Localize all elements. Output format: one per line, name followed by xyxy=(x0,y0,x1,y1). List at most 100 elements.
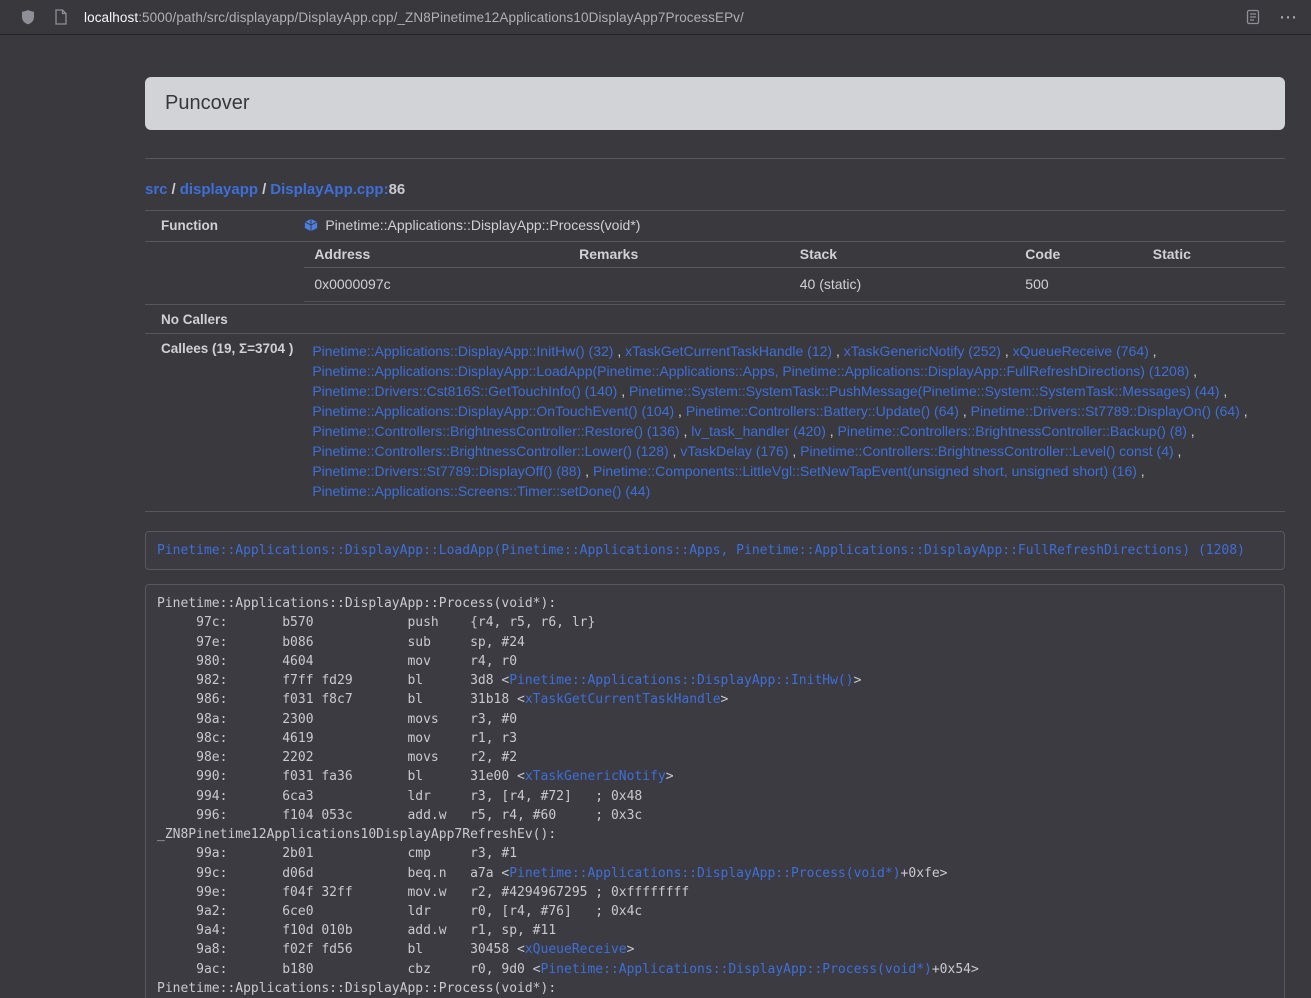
asm-line: 980: 4604 mov r4, r0 xyxy=(157,652,1273,671)
url-path: :5000/path/src/displayapp/DisplayApp.cpp… xyxy=(138,10,744,25)
asm-line: 994: 6ca3 ldr r3, [r4, #72] ; 0x48 xyxy=(157,787,1273,806)
asm-text: > xyxy=(666,769,674,784)
symbol-link[interactable]: xTaskGenericNotify xyxy=(525,769,666,784)
callee-separator: , xyxy=(1149,343,1157,359)
symbol-link[interactable]: Pinetime::Applications::DisplayApp::Proc… xyxy=(541,962,932,977)
overflow-menu-icon[interactable]: ⋯ xyxy=(1279,8,1297,26)
col-remarks: Remarks xyxy=(569,242,790,268)
callee-link[interactable]: Pinetime::Controllers::Battery::Update()… xyxy=(686,403,959,419)
asm-text: 980: 4604 mov r4, r0 xyxy=(157,654,517,669)
breadcrumb-displayapp[interactable]: displayapp xyxy=(180,181,258,198)
asm-line: Pinetime::Applications::DisplayApp::Proc… xyxy=(157,979,1273,998)
asm-line: 97e: b086 sub sp, #24 xyxy=(157,633,1273,652)
asm-line: 990: f031 fa36 bl 31e00 <xTaskGenericNot… xyxy=(157,767,1273,786)
col-code: Code xyxy=(1015,242,1142,268)
callee-link[interactable]: Pinetime::Applications::DisplayApp::Load… xyxy=(312,363,1189,379)
asm-text: 9a4: f10d 010b add.w r1, sp, #11 xyxy=(157,923,556,938)
url-bar[interactable]: localhost:5000/path/src/displayapp/Displ… xyxy=(84,10,1229,25)
callee-separator: , xyxy=(959,403,971,419)
callee-link[interactable]: Pinetime::Controllers::BrightnessControl… xyxy=(312,423,679,439)
asm-text: 98e: 2202 movs r2, #2 xyxy=(157,750,517,765)
asm-line: 99e: f04f 32ff mov.w r2, #4294967295 ; 0… xyxy=(157,883,1273,902)
callee-link[interactable]: Pinetime::System::SystemTask::PushMessag… xyxy=(629,383,1220,399)
function-name: Pinetime::Applications::DisplayApp::Proc… xyxy=(325,217,640,233)
symbol-link[interactable]: Pinetime::Applications::DisplayApp::Init… xyxy=(509,673,853,688)
page-info-icon[interactable] xyxy=(51,7,71,27)
asm-text: 99c: d06d beq.n a7a < xyxy=(157,866,509,881)
breadcrumb-src[interactable]: src xyxy=(145,181,168,198)
cell-static xyxy=(1143,268,1285,302)
detail-header-row: Address Remarks Stack Code Static xyxy=(304,242,1285,268)
symbol-link[interactable]: xTaskGetCurrentTaskHandle xyxy=(525,692,721,707)
asm-text: 9a2: 6ce0 ldr r0, [r4, #76] ; 0x4c xyxy=(157,904,642,919)
browser-toolbar: localhost:5000/path/src/displayapp/Displ… xyxy=(0,0,1311,35)
callee-link[interactable]: Pinetime::Applications::DisplayApp::Init… xyxy=(312,343,613,359)
col-stack: Stack xyxy=(790,242,1016,268)
callee-link[interactable]: xTaskGetCurrentTaskHandle (12) xyxy=(625,343,832,359)
col-static: Static xyxy=(1143,242,1285,268)
callee-link[interactable]: Pinetime::Applications::DisplayApp::OnTo… xyxy=(312,403,674,419)
no-callers-row: No Callers xyxy=(145,305,1285,334)
cell-code: 500 xyxy=(1015,268,1142,302)
snippet-header: Pinetime::Applications::DisplayApp::Load… xyxy=(145,531,1285,570)
callee-link[interactable]: Pinetime::Components::LittleVgl::SetNewT… xyxy=(593,463,1137,479)
asm-text: +0x54> xyxy=(932,962,979,977)
callee-link[interactable]: Pinetime::Drivers::Cst816S::GetTouchInfo… xyxy=(312,383,617,399)
detail-table: Address Remarks Stack Code Static 0x0000… xyxy=(304,242,1285,302)
callee-separator: , xyxy=(1240,403,1248,419)
breadcrumb-separator: / xyxy=(168,181,180,198)
callee-link[interactable]: Pinetime::Drivers::St7789::DisplayOn() (… xyxy=(971,403,1240,419)
callee-separator: , xyxy=(1189,363,1197,379)
asm-line: 986: f031 f8c7 bl 31b18 <xTaskGetCurrent… xyxy=(157,690,1273,709)
callee-separator: , xyxy=(1174,443,1182,459)
asm-line: 99a: 2b01 cmp r3, #1 xyxy=(157,844,1273,863)
asm-text: > xyxy=(721,692,729,707)
breadcrumb-file[interactable]: DisplayApp.cpp: xyxy=(270,181,388,198)
callee-separator: , xyxy=(832,343,844,359)
callee-link[interactable]: Pinetime::Controllers::BrightnessControl… xyxy=(312,443,668,459)
callee-separator: , xyxy=(680,423,692,439)
callee-link[interactable]: xQueueReceive (764) xyxy=(1013,343,1149,359)
callee-link[interactable]: Pinetime::Applications::Screens::Timer::… xyxy=(312,483,650,499)
function-row-label: Function xyxy=(145,211,299,242)
asm-text: 9a8: f02f fd56 bl 30458 < xyxy=(157,942,525,957)
callees-row: Callees (19, Σ=3704 ) Pinetime::Applicat… xyxy=(145,334,1285,512)
callee-link[interactable]: lv_task_handler (420) xyxy=(691,423,826,439)
asm-text: 98a: 2300 movs r3, #0 xyxy=(157,712,517,727)
function-icon xyxy=(304,218,318,232)
asm-text: 986: f031 f8c7 bl 31b18 < xyxy=(157,692,525,707)
callee-separator: , xyxy=(669,443,681,459)
asm-line: 99c: d06d beq.n a7a <Pinetime::Applicati… xyxy=(157,864,1273,883)
asm-text: 9ac: b180 cbz r0, 9d0 < xyxy=(157,962,541,977)
symbol-link[interactable]: Pinetime::Applications::DisplayApp::Proc… xyxy=(509,866,900,881)
callee-separator: , xyxy=(1220,383,1228,399)
disassembly-block: Pinetime::Applications::DisplayApp::Proc… xyxy=(145,584,1285,998)
callee-separator: , xyxy=(1137,463,1145,479)
symbol-link[interactable]: xQueueReceive xyxy=(525,942,627,957)
asm-line: 9a8: f02f fd56 bl 30458 <xQueueReceive> xyxy=(157,940,1273,959)
callee-separator: , xyxy=(581,463,593,479)
asm-text: 990: f031 fa36 bl 31e00 < xyxy=(157,769,525,784)
callee-separator: , xyxy=(826,423,838,439)
asm-text: _ZN8Pinetime12Applications10DisplayApp7R… xyxy=(157,827,556,842)
callee-link[interactable]: xTaskGenericNotify (252) xyxy=(844,343,1001,359)
app-title: Puncover xyxy=(165,92,1265,115)
reader-view-icon[interactable] xyxy=(1243,7,1263,27)
callee-link[interactable]: Pinetime::Controllers::BrightnessControl… xyxy=(800,443,1173,459)
callee-link[interactable]: Pinetime::Controllers::BrightnessControl… xyxy=(838,423,1187,439)
snippet-link[interactable]: Pinetime::Applications::DisplayApp::Load… xyxy=(157,543,1245,558)
asm-text: 994: 6ca3 ldr r3, [r4, #72] ; 0x48 xyxy=(157,789,642,804)
function-row: Function Pinetime::Applications::Display… xyxy=(145,211,1285,242)
callee-separator: , xyxy=(613,343,625,359)
col-address: Address xyxy=(304,242,569,268)
callee-link[interactable]: Pinetime::Drivers::St7789::DisplayOff() … xyxy=(312,463,581,479)
asm-line: _ZN8Pinetime12Applications10DisplayApp7R… xyxy=(157,825,1273,844)
callee-separator: , xyxy=(674,403,686,419)
asm-text: 97e: b086 sub sp, #24 xyxy=(157,635,525,650)
callee-link[interactable]: vTaskDelay (176) xyxy=(680,443,788,459)
asm-text: 996: f104 053c add.w r5, r4, #60 ; 0x3c xyxy=(157,808,642,823)
asm-line: Pinetime::Applications::DisplayApp::Proc… xyxy=(157,594,1273,613)
callees-label: Callees (19, Σ=3704 ) xyxy=(145,334,299,512)
tracking-shield-icon[interactable] xyxy=(18,7,38,27)
asm-line: 9a2: 6ce0 ldr r0, [r4, #76] ; 0x4c xyxy=(157,902,1273,921)
